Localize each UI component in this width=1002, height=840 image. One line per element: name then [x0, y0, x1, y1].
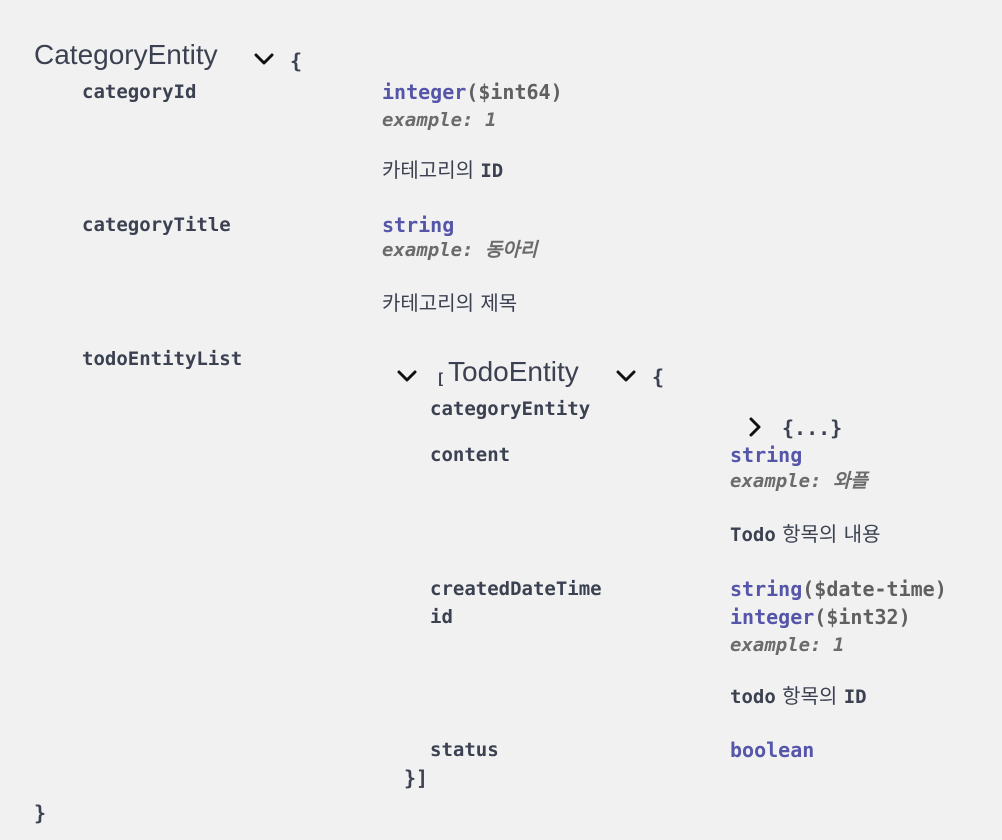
description-code: ID: [480, 160, 504, 182]
property-example-content: example: 와플: [730, 470, 868, 492]
property-type-status: boolean: [730, 738, 815, 762]
description-code: todo: [730, 686, 776, 708]
property-example-categoryId: example: 1: [382, 109, 497, 131]
model-open-brace: {: [290, 49, 303, 73]
property-name-todoEntityList: todoEntityList: [82, 348, 243, 370]
nested-open-brace: {: [652, 365, 665, 389]
model-title[interactable]: CategoryEntity: [34, 41, 218, 69]
property-name-categoryId: categoryId: [82, 81, 197, 103]
type-label: integer: [382, 80, 467, 104]
format-label: ($int32): [814, 605, 911, 629]
property-example-id: example: 1: [730, 634, 845, 656]
type-label: string: [730, 577, 803, 601]
property-example-categoryTitle: example: 동아리: [382, 239, 538, 261]
property-description-categoryTitle: 카테고리의 제목: [382, 291, 518, 315]
chevron-right-icon[interactable]: [746, 416, 764, 438]
chevron-down-icon[interactable]: [396, 368, 418, 384]
property-name-createdDateTime: createdDateTime: [430, 578, 602, 600]
property-name-categoryEntity: categoryEntity: [430, 398, 591, 420]
chevron-down-icon[interactable]: [615, 368, 637, 384]
nested-model-title[interactable]: TodoEntity: [448, 358, 579, 386]
property-type-categoryTitle: string: [382, 213, 455, 237]
type-label: integer: [730, 605, 815, 629]
property-type-createdDateTime: string($date-time): [730, 579, 947, 600]
chevron-down-icon[interactable]: [253, 51, 275, 67]
description-text: 항목의: [782, 684, 838, 708]
property-type-content: string: [730, 443, 803, 467]
list-close-bracket: }]: [404, 766, 429, 790]
property-name-status: status: [430, 739, 499, 761]
description-text: 카테고리의: [382, 158, 474, 182]
property-name-categoryTitle: categoryTitle: [82, 214, 231, 236]
description-code: ID: [843, 686, 867, 708]
property-name-content: content: [430, 444, 511, 466]
format-label: ($int64): [466, 80, 563, 104]
property-description-categoryId: 카테고리의 ID: [382, 160, 503, 181]
property-description-id: todo 항목의 ID: [730, 686, 867, 707]
description-text: 항목의 내용: [782, 522, 881, 546]
list-open-bracket: [: [436, 370, 446, 388]
format-label: ($date-time): [802, 577, 947, 601]
property-description-content: Todo 항목의 내용: [730, 524, 880, 545]
collapsed-model[interactable]: {...}: [782, 418, 842, 438]
property-type-id: integer($int32): [730, 607, 911, 628]
model-close-brace: }: [34, 801, 47, 825]
description-code: Todo: [730, 524, 776, 546]
property-type-categoryId: integer($int64): [382, 82, 563, 103]
property-name-id: id: [430, 606, 453, 628]
